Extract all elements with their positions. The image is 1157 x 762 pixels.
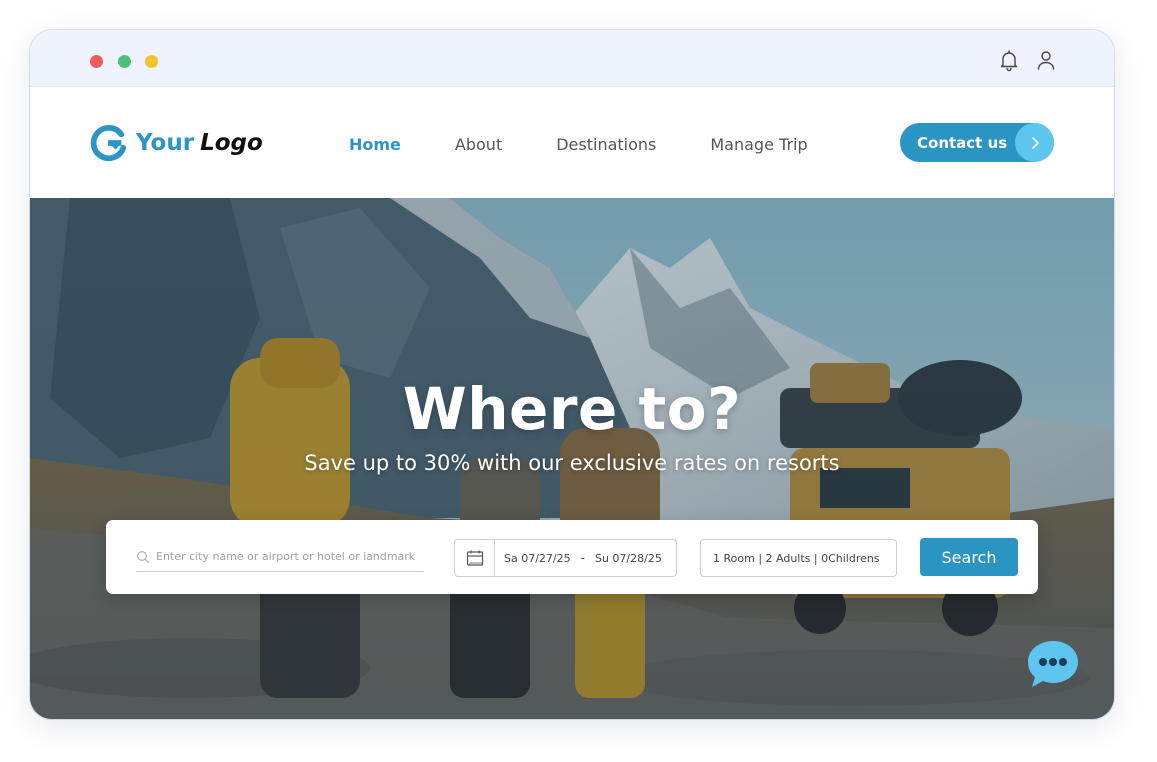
- search-panel: Sa 07/27/25 - Su 07/28/25 1 Room | 2 Adu…: [106, 520, 1038, 594]
- chevron-right-icon: [1015, 123, 1054, 162]
- search-button[interactable]: Search: [920, 538, 1018, 576]
- search-icon: [137, 550, 150, 563]
- logo-word-logo: Logo: [200, 130, 263, 156]
- bell-icon[interactable]: [997, 48, 1021, 72]
- logo[interactable]: Your Logo: [90, 123, 263, 163]
- rooms-guests-selector[interactable]: 1 Room | 2 Adults | 0Childrens: [700, 539, 897, 577]
- logo-text: Your Logo: [136, 130, 263, 156]
- destination-input[interactable]: [156, 550, 416, 563]
- close-window-dot[interactable]: [90, 55, 103, 68]
- check-out-date: Su 07/28/25: [594, 551, 662, 565]
- contact-us-button[interactable]: Contact us: [900, 123, 1054, 162]
- contact-us-label: Contact us: [917, 133, 1008, 152]
- check-in-date: Sa 07/27/25: [504, 551, 571, 565]
- rooms-guests-value: 1 Room | 2 Adults | 0Childrens: [713, 551, 880, 565]
- window-titlebar: [30, 30, 1114, 87]
- hero-title: Where to?: [402, 375, 742, 443]
- logo-word-your: Your: [136, 130, 195, 156]
- date-range-picker[interactable]: Sa 07/27/25 - Su 07/28/25: [454, 539, 677, 577]
- chat-bubble-icon[interactable]: [1026, 639, 1080, 689]
- user-icon[interactable]: [1034, 48, 1058, 72]
- nav-link-destinations[interactable]: Destinations: [556, 135, 656, 154]
- site-header: Your Logo Home About Destinations Manage …: [30, 87, 1114, 198]
- logo-mark-icon: [90, 125, 127, 162]
- browser-window: Your Logo Home About Destinations Manage …: [30, 30, 1114, 719]
- hero-banner: Where to? Save up to 30% with our exclus…: [30, 198, 1114, 719]
- hero-subtitle: Save up to 30% with our exclusive rates …: [304, 451, 840, 475]
- nav-link-manage-trip[interactable]: Manage Trip: [710, 135, 807, 154]
- date-separator: -: [580, 551, 585, 565]
- minimize-window-dot[interactable]: [145, 55, 158, 68]
- nav-link-home[interactable]: Home: [349, 135, 401, 154]
- nav-link-about[interactable]: About: [455, 135, 502, 154]
- main-nav: Home About Destinations Manage Trip: [349, 132, 862, 156]
- calendar-icon: [455, 540, 495, 576]
- destination-field[interactable]: [136, 542, 424, 572]
- maximize-window-dot[interactable]: [118, 55, 131, 68]
